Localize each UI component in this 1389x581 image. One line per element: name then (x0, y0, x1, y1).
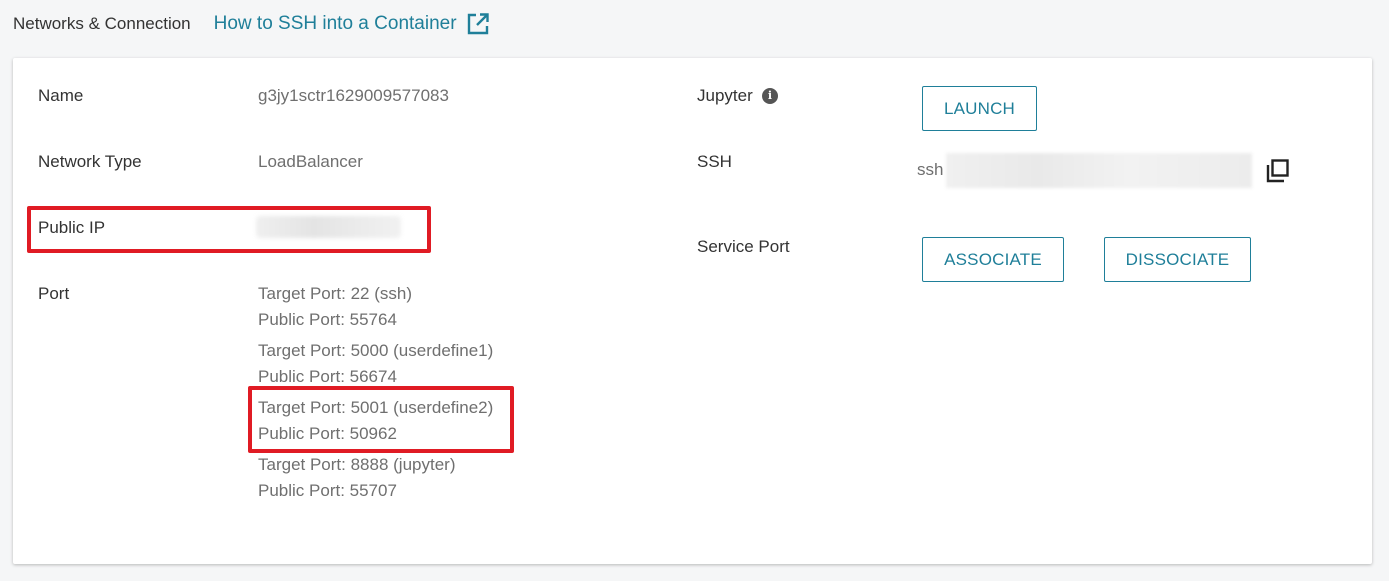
name-value: g3jy1sctr1629009577083 (258, 86, 449, 105)
port-target-userdefine1: Target Port: 5000 (userdefine1) (258, 341, 494, 360)
port-public-jupyter: Public Port: 55707 (258, 481, 397, 500)
associate-button[interactable]: ASSOCIATE (922, 237, 1064, 282)
port-public-ssh: Public Port: 55764 (258, 310, 397, 329)
ssh-guide-link-label[interactable]: How to SSH into a Container (214, 13, 457, 35)
port-highlight (248, 386, 514, 453)
section-header: Networks & Connection How to SSH into a … (13, 6, 490, 42)
dissociate-button[interactable]: DISSOCIATE (1104, 237, 1251, 282)
jupyter-label: Jupyter (697, 86, 753, 105)
network-type-value: LoadBalancer (258, 152, 363, 171)
launch-button[interactable]: LAUNCH (922, 86, 1037, 131)
ssh-prefix: ssh (917, 160, 944, 179)
ssh-command-redacted (946, 153, 1252, 188)
service-port-label: Service Port (697, 237, 790, 256)
port-label: Port (38, 284, 70, 303)
port-target-jupyter: Target Port: 8888 (jupyter) (258, 455, 456, 474)
copy-icon[interactable] (1265, 158, 1291, 189)
external-link-icon[interactable] (466, 12, 490, 36)
name-label: Name (38, 86, 84, 105)
public-ip-highlight (27, 206, 431, 253)
ssh-guide-link[interactable]: How to SSH into a Container (214, 12, 490, 36)
network-connection-card: Name g3jy1sctr1629009577083 Network Type… (13, 58, 1372, 564)
info-icon[interactable]: i (762, 88, 778, 104)
ssh-label: SSH (697, 152, 732, 171)
port-target-ssh: Target Port: 22 (ssh) (258, 284, 413, 303)
port-public-userdefine1: Public Port: 56674 (258, 367, 397, 386)
section-title: Networks & Connection (13, 14, 191, 33)
network-type-label: Network Type (38, 152, 142, 171)
